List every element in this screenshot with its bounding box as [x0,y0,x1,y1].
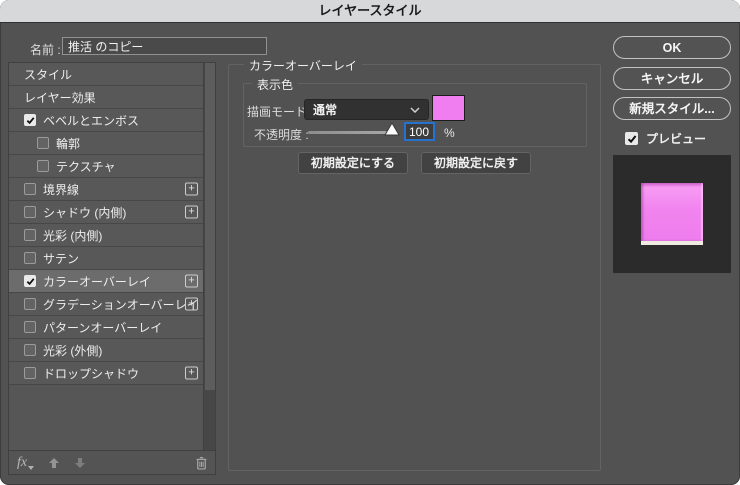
sidebar-item[interactable]: グラデーションオーバーレイ+ [9,293,203,316]
preview-toggle-row: プレビュー [625,130,706,147]
preview-label: プレビュー [646,130,706,147]
sidebar-item-label: 輪郭 [56,135,80,152]
sidebar-item-label: グラデーションオーバーレイ [43,296,199,313]
sidebar-item-label: ドロップシャドウ [43,365,139,382]
move-effect-up-button[interactable] [48,457,60,469]
sidebar-item-label: シャドウ (内側) [43,204,126,221]
dialog-title: レイヤースタイル [0,0,740,22]
check-icon [627,134,637,144]
effect-checkbox[interactable] [24,229,36,241]
sidebar-item[interactable]: 輪郭 [9,132,203,155]
sidebar-item[interactable]: サテン [9,247,203,270]
make-default-button[interactable]: 初期設定にする [298,152,408,174]
preview-swatch [641,183,703,245]
sidebar-item-label: 光彩 (外側) [43,342,102,359]
effect-checkbox[interactable] [24,206,36,218]
effect-checkbox[interactable] [37,160,49,172]
new-style-button[interactable]: 新規スタイル... [613,97,731,120]
check-icon [26,277,35,286]
fx-caret-icon [28,466,34,470]
sidebar-item[interactable]: シャドウ (内側) + [9,201,203,224]
overlay-color-swatch[interactable] [432,95,465,121]
effect-checkbox[interactable] [24,252,36,264]
effect-checkbox[interactable] [24,114,36,126]
sidebar-item[interactable]: 光彩 (内側) [9,224,203,247]
preview-thumbnail [613,155,731,273]
opacity-unit: % [444,126,455,140]
title-bar: レイヤースタイル [0,0,740,23]
sidebar-item-label: 境界線 [43,181,79,198]
sidebar-item[interactable]: ベベルとエンボス [9,109,203,132]
add-effect-icon[interactable]: + [185,298,198,311]
fx-icon: fx [17,455,27,471]
sidebar-item[interactable]: カラーオーバーレイ + [9,270,203,293]
trash-icon [195,456,208,470]
sidebar-item-label: レイヤー効果 [24,89,96,106]
appearance-subgroup: 表示色 描画モード : 通常 不透明度 : % [243,83,587,147]
sidebar-item-label: サテン [43,250,79,267]
add-effect-icon[interactable]: + [185,183,198,196]
sidebar-item[interactable]: パターンオーバーレイ [9,316,203,339]
sidebar-item-label: スタイル [24,66,72,83]
scrollbar-thumb[interactable] [205,63,215,390]
ok-button[interactable]: OK [613,36,731,59]
blend-mode-value: 通常 [313,101,337,118]
preview-checkbox[interactable] [625,132,638,145]
styles-list: スタイルレイヤー効果ベベルとエンボス輪郭テクスチャ境界線 + シャドウ (内側) + 光… [9,63,203,451]
opacity-slider-thumb[interactable] [384,122,400,136]
add-effect-icon[interactable]: + [185,206,198,219]
fx-menu-button[interactable]: fx [17,455,34,471]
effect-checkbox[interactable] [24,344,36,356]
styles-sidebar: スタイルレイヤー効果ベベルとエンボス輪郭テクスチャ境界線 + シャドウ (内側) + 光… [8,62,216,475]
opacity-label: 不透明度 : [254,126,309,143]
effect-checkbox[interactable] [37,137,49,149]
sidebar-item[interactable]: 境界線 + [9,178,203,201]
sidebar-footer: fx [9,450,215,474]
move-effect-down-button[interactable] [74,457,86,469]
sidebar-item-label: テクスチャ [56,158,116,175]
sidebar-item-label: ベベルとエンボス [43,112,139,129]
cancel-button[interactable]: キャンセル [613,67,731,90]
default-buttons-row: 初期設定にする 初期設定に戻す [229,152,600,174]
sidebar-item[interactable]: 光彩 (外側) [9,339,203,362]
chevron-down-icon [410,107,420,113]
name-label: 名前 : [30,41,61,58]
color-overlay-group: カラーオーバーレイ 表示色 描画モード : 通常 不透明度 : % 初期設定にす… [228,64,601,471]
effect-checkbox[interactable] [24,367,36,379]
sidebar-item[interactable]: スタイル [9,63,203,86]
layer-style-dialog: レイヤースタイル 名前 : スタイルレイヤー効果ベベルとエンボス輪郭テクスチャ境… [0,0,740,485]
sidebar-item[interactable]: テクスチャ [9,155,203,178]
blend-mode-dropdown[interactable]: 通常 [304,99,429,120]
layer-name-input[interactable] [62,37,267,55]
add-effect-icon[interactable]: + [185,367,198,380]
delete-effect-button[interactable] [195,456,208,470]
sidebar-item-label: パターンオーバーレイ [43,319,162,336]
add-effect-icon[interactable]: + [185,275,198,288]
opacity-slider[interactable] [308,131,391,134]
sidebar-item[interactable]: ドロップシャドウ + [9,362,203,385]
sidebar-item-label: 光彩 (内側) [43,227,102,244]
sidebar-item-label: カラーオーバーレイ [43,273,151,290]
effect-checkbox[interactable] [24,183,36,195]
styles-scrollbar[interactable] [203,63,215,451]
down-arrow-icon [74,457,86,469]
effect-checkbox[interactable] [24,321,36,333]
up-arrow-icon [48,457,60,469]
check-icon [26,116,35,125]
effect-checkbox[interactable] [24,298,36,310]
opacity-input[interactable] [404,122,435,141]
reset-default-button[interactable]: 初期設定に戻す [421,152,531,174]
subgroup-title: 表示色 [252,76,298,93]
group-title: カラーオーバーレイ [244,57,362,74]
sidebar-item[interactable]: レイヤー効果 [9,86,203,109]
effect-checkbox[interactable] [24,275,36,287]
